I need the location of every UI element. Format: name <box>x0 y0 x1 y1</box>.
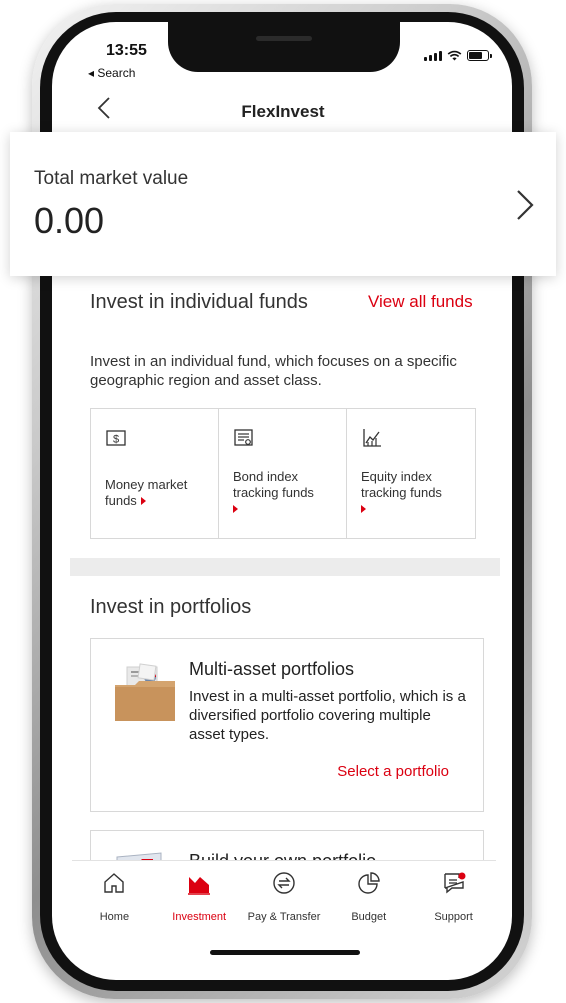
equity-index-funds-tile[interactable]: Equity index tracking funds <box>347 409 475 538</box>
total-market-value-card[interactable]: Total market value 0.00 <box>10 132 556 276</box>
view-all-funds-link[interactable]: View all funds <box>368 292 473 312</box>
tab-support-label: Support <box>434 911 473 923</box>
tab-home-label: Home <box>99 911 130 923</box>
market-value-amount: 0.00 <box>34 200 105 241</box>
tab-budget-label: Budget <box>351 911 387 923</box>
battery-icon <box>467 50 492 61</box>
bottom-tab-bar: Home Investment Pay & Transfer Budget Su… <box>72 860 496 934</box>
market-value-label: Total market value <box>34 168 189 189</box>
fund-category-grid: $ Money market funds Bond index tracking… <box>90 408 476 539</box>
section-divider <box>70 558 500 576</box>
tab-budget[interactable]: Budget <box>326 861 411 934</box>
individual-funds-heading: Invest in individual funds <box>90 291 308 313</box>
status-back-to-search[interactable]: ◂ Search <box>88 66 135 80</box>
cellular-signal-icon <box>424 51 442 61</box>
portfolio-folder-icon <box>115 663 175 721</box>
equity-chart-icon <box>363 429 381 447</box>
red-arrow-icon <box>233 505 238 513</box>
select-portfolio-link[interactable]: Select a portfolio <box>337 763 449 780</box>
tab-home[interactable]: Home <box>72 861 157 934</box>
tab-support[interactable]: Support <box>411 861 496 934</box>
speaker-grille <box>256 36 312 41</box>
red-arrow-icon <box>140 497 146 505</box>
investment-chart-icon <box>188 877 211 895</box>
tab-investment-label: Investment <box>172 911 227 923</box>
page-title: FlexInvest <box>241 102 325 121</box>
home-indicator[interactable] <box>210 950 360 955</box>
chevron-right-icon <box>517 190 534 220</box>
equity-index-funds-label: Equity index tracking funds <box>361 469 473 517</box>
budget-pie-icon <box>358 872 380 894</box>
bond-document-icon <box>234 429 253 446</box>
support-chat-icon <box>443 872 466 894</box>
multi-asset-description: Invest in a multi-asset portfolio, which… <box>189 688 466 743</box>
money-market-funds-label: Money market funds <box>105 477 188 508</box>
status-icons <box>424 50 492 61</box>
phone-notch <box>168 22 400 72</box>
svg-text:$: $ <box>113 434 119 446</box>
tab-pay-transfer-label: Pay & Transfer <box>247 911 321 923</box>
tab-investment[interactable]: Investment <box>157 861 242 934</box>
dollar-bill-icon: $ <box>106 430 126 446</box>
multi-asset-portfolios-card[interactable]: Multi-asset portfolios Invest in a multi… <box>90 638 484 812</box>
multi-asset-title: Multi-asset portfolios <box>189 659 355 679</box>
red-arrow-icon <box>361 505 366 513</box>
portfolios-heading: Invest in portfolios <box>90 596 252 618</box>
money-market-funds-tile[interactable]: $ Money market funds <box>91 409 219 538</box>
bond-index-funds-label: Bond index tracking funds <box>233 469 345 517</box>
wifi-icon <box>447 50 462 61</box>
status-time: 13:55 <box>106 42 147 59</box>
tab-pay-transfer[interactable]: Pay & Transfer <box>242 861 327 934</box>
individual-funds-description: Invest in an individual fund, which focu… <box>90 353 457 389</box>
home-icon <box>104 873 125 893</box>
transfer-icon <box>273 872 295 894</box>
bond-index-funds-tile[interactable]: Bond index tracking funds <box>219 409 347 538</box>
